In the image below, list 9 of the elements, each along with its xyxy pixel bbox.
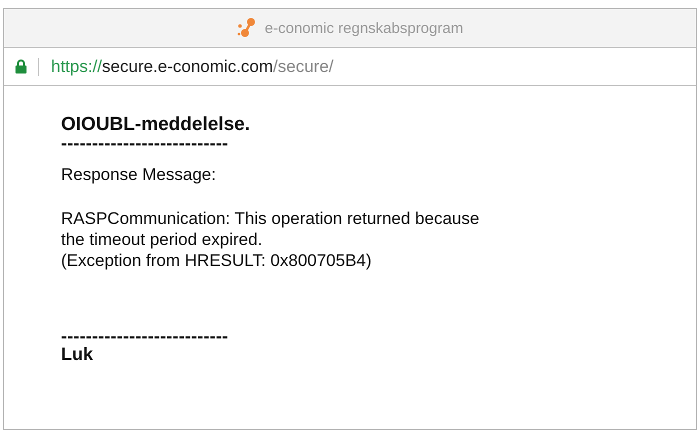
- error-message: RASPCommunication: This operation returned because the timeout period expired. (Exception from HRESULT: 0x800705B4): [61, 208, 480, 271]
- response-label: Response Message:: [61, 164, 217, 186]
- dashed-separator: ---------------------------: [61, 329, 230, 343]
- window-title: e-conomic regnskabsprogram: [264, 20, 464, 36]
- message-heading: OIOUBL-meddelelse.: [61, 114, 251, 136]
- url-text[interactable]: https://secure.e-conomic.com/secure/: [51, 56, 334, 76]
- close-link[interactable]: Luk: [61, 343, 94, 365]
- logo-icon: [236, 17, 257, 39]
- dashed-separator: ---------------------------: [61, 136, 230, 150]
